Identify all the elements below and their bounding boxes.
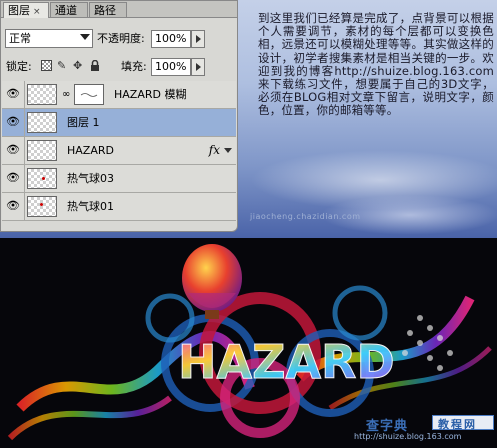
layer-name: 热气球01 xyxy=(67,200,114,213)
opacity-label: 不透明度: xyxy=(97,32,145,45)
tab-layers[interactable]: 图层 × xyxy=(3,2,49,18)
layer-thumbnail xyxy=(27,112,57,133)
eye-icon: 👁 xyxy=(6,87,20,100)
layer-thumbnail xyxy=(27,168,57,189)
fx-icon[interactable]: fx xyxy=(209,143,220,157)
eye-icon: 👁 xyxy=(6,171,20,184)
layer-thumbnail xyxy=(27,140,57,161)
fill-label: 填充: xyxy=(121,60,147,73)
lock-transparency-icon[interactable] xyxy=(41,60,52,71)
balloon-dot xyxy=(40,203,43,206)
artwork-title: HAZARD xyxy=(178,335,395,389)
close-icon[interactable]: × xyxy=(33,7,41,17)
chevron-down-icon[interactable] xyxy=(224,148,232,153)
watermark-mid: jiaocheng.chazidian.com xyxy=(250,212,361,221)
layer-thumbnail xyxy=(27,84,57,105)
layer-name: 热气球03 xyxy=(67,172,114,185)
lock-all-icon[interactable] xyxy=(90,59,101,71)
layer-row[interactable]: 👁 HAZARD fx xyxy=(2,137,236,165)
lock-label: 锁定: xyxy=(6,60,32,73)
opacity-slider-button[interactable] xyxy=(191,30,205,48)
visibility-toggle[interactable]: 👁 xyxy=(2,137,25,164)
visibility-toggle[interactable]: 👁 xyxy=(2,109,25,136)
visibility-toggle[interactable]: 👁 xyxy=(2,193,25,220)
link-icon: ∞ xyxy=(62,89,71,100)
fill-input[interactable]: 100% xyxy=(151,58,191,76)
layer-name: 图层 1 xyxy=(67,116,100,129)
tab-label: 路径 xyxy=(94,4,116,17)
layer-name: HAZARD 模糊 xyxy=(114,88,187,101)
blend-mode-value: 正常 xyxy=(9,32,31,45)
tab-paths[interactable]: 路径 xyxy=(89,2,127,17)
site-watermark: 查字典 教程网 http://shuize.blog.163.com xyxy=(352,413,497,448)
lock-pixels-icon[interactable]: ✎ xyxy=(57,60,68,71)
visibility-toggle[interactable]: 👁 xyxy=(2,165,25,192)
balloon-dot xyxy=(42,177,45,180)
layer-row[interactable]: 👁 热气球01 xyxy=(2,193,236,221)
layer-row[interactable]: 👁 图层 1 xyxy=(2,109,236,137)
layer-thumbnail xyxy=(27,196,57,217)
chevron-down-icon xyxy=(80,34,90,40)
layers-panel: 图层 × 通道 路径 正常 不透明度: 100% 锁定: ✎ ✥ 填充: 100%… xyxy=(0,0,238,232)
layers-list: 👁 ∞ HAZARD 模糊 👁 图层 1 👁 HAZARD fx 👁 热气球03 xyxy=(2,81,236,231)
tab-label: 通道 xyxy=(55,4,77,17)
eye-icon: 👁 xyxy=(6,115,20,128)
fill-slider-button[interactable] xyxy=(191,58,205,76)
opacity-input[interactable]: 100% xyxy=(151,30,191,48)
mask-thumbnail xyxy=(74,84,104,105)
eye-icon: 👁 xyxy=(6,199,20,212)
watermark-url: http://shuize.blog.163.com xyxy=(354,432,462,441)
lock-position-icon[interactable]: ✥ xyxy=(73,60,84,71)
tab-label: 图层 xyxy=(8,4,30,17)
tab-channels[interactable]: 通道 xyxy=(50,2,88,17)
layer-row[interactable]: 👁 热气球03 xyxy=(2,165,236,193)
blend-mode-select[interactable]: 正常 xyxy=(5,29,93,48)
watermark-box-text: 教程网 xyxy=(438,418,477,431)
layer-row[interactable]: 👁 ∞ HAZARD 模糊 xyxy=(2,81,236,109)
panel-tabs: 图层 × 通道 路径 xyxy=(1,1,237,18)
visibility-toggle[interactable]: 👁 xyxy=(2,81,25,108)
eye-icon: 👁 xyxy=(6,143,20,156)
article-text: 到这里我们已经算是完成了，点背景可以根据个人需要调节，素材的每个层都可以变换色相… xyxy=(258,11,494,118)
layer-name: HAZARD xyxy=(67,144,114,157)
